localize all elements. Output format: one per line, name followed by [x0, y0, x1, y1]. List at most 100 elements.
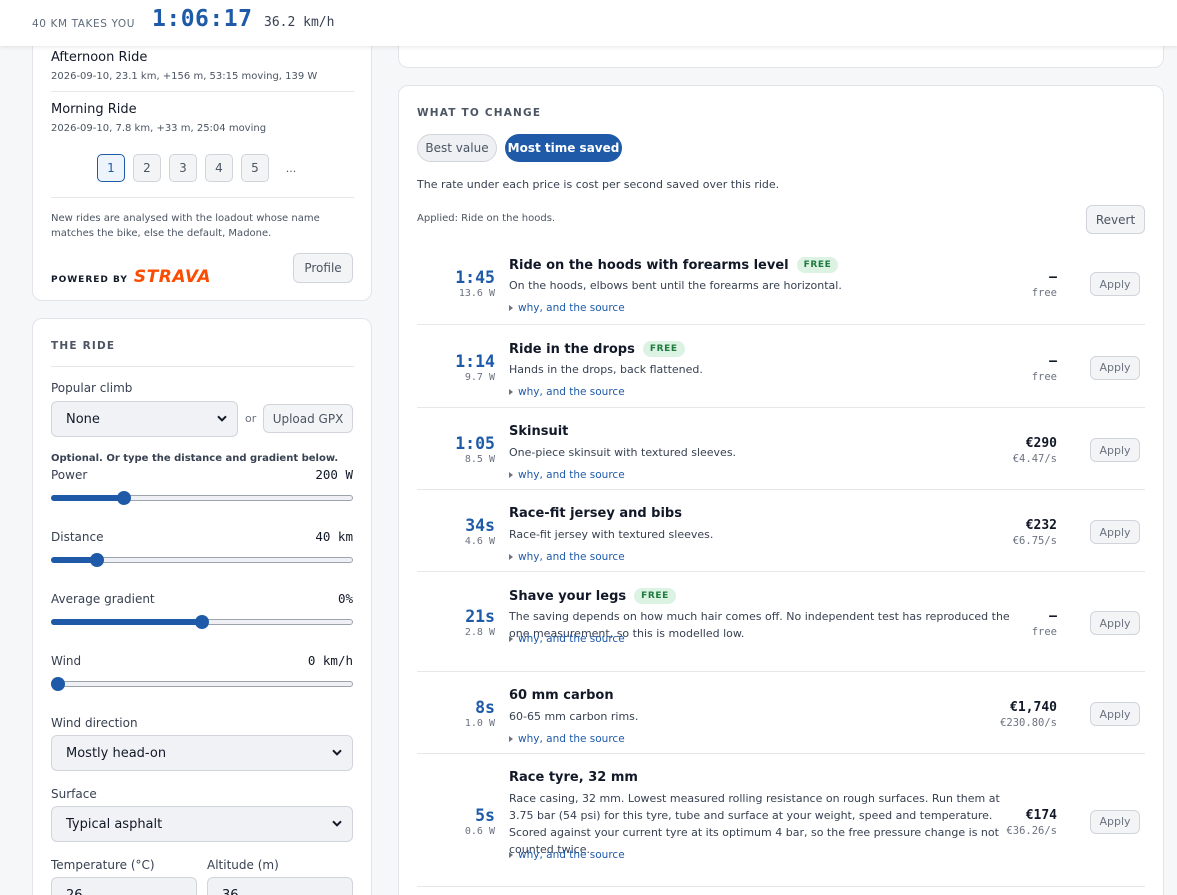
strava-logo: STRAVA — [133, 267, 211, 287]
ride-meta: 2026-09-10, 23.1 km, +156 m, 53:15 movin… — [51, 71, 318, 82]
page-button-3[interactable]: 3 — [169, 154, 197, 182]
cost-rate: €36.26/s — [1006, 824, 1057, 837]
altitude-input[interactable]: 36 — [207, 877, 353, 895]
slider-thumb[interactable] — [51, 677, 65, 691]
change-item: 21s 2.8 W Shave your legs FREE The saving de… — [417, 572, 1145, 672]
popular-climb-label: Popular climb — [51, 381, 133, 395]
altitude-label: Altitude (m) — [207, 858, 279, 872]
apply-button[interactable]: Apply — [1090, 272, 1140, 296]
distance-value: 40 km — [315, 529, 353, 544]
powered-by-strava: POWERED BY STRAVA — [51, 267, 211, 287]
source-link[interactable]: why, and the source — [509, 302, 625, 314]
power-slider[interactable] — [51, 491, 353, 505]
change-description: Hands in the drops, back flattened. — [509, 363, 703, 376]
source-link-text: why, and the source — [518, 469, 625, 481]
change-title-text: 60 mm carbon — [509, 688, 614, 703]
watts-saved: 13.6 W — [458, 288, 495, 299]
distance-label: Distance — [51, 530, 104, 544]
change-title: Race-fit jersey and bibs — [509, 506, 682, 521]
change-title-text: Ride in the drops — [509, 341, 635, 357]
price: €1,740 — [1010, 700, 1057, 715]
source-link[interactable]: why, and the source — [509, 849, 625, 861]
time-saved: 34s — [465, 516, 495, 535]
watts-saved: 1.0 W — [464, 718, 495, 729]
temperature-input[interactable]: 26 — [51, 877, 197, 895]
ride-settings-card: THE RIDE Popular climb None or Upload GP… — [32, 318, 372, 895]
page-button-5[interactable]: 5 — [241, 154, 269, 182]
change-title: 60 mm carbon — [509, 688, 614, 703]
time-saved: 21s — [465, 607, 495, 626]
change-title-text: Race-fit jersey and bibs — [509, 506, 682, 521]
cost-rate: free — [1031, 626, 1057, 638]
watts-saved: 4.6 W — [464, 536, 495, 547]
temperature-label: Temperature (°C) — [51, 858, 155, 872]
ride-name: Morning Ride — [51, 102, 137, 117]
wind-direction-select[interactable]: Mostly head-on — [51, 735, 353, 771]
change-title: Ride in the drops FREE — [509, 341, 685, 357]
profile-button[interactable]: Profile — [293, 253, 353, 283]
surface-value: Typical asphalt — [66, 816, 163, 832]
change-title: Ride on the hoods with forearms level FRE… — [509, 257, 839, 273]
change-title: Race tyre, 32 mm — [509, 770, 638, 785]
source-link[interactable]: why, and the source — [509, 469, 625, 481]
ride-item[interactable]: Morning Ride 2026-09-10, 7.8 km, +33 m, … — [51, 102, 354, 134]
cost-rate: €230.80/s — [1000, 717, 1057, 729]
tab-best-value[interactable]: Best value — [417, 134, 497, 162]
average-speed: 36.2 km/h — [264, 15, 335, 30]
change-item: 34s 4.6 W Race-fit jersey and bibs Race-fit… — [417, 490, 1145, 572]
cost-rate: €4.47/s — [1012, 453, 1057, 465]
time-saved: 1:45 — [455, 268, 495, 287]
recent-rides-card: Afternoon Ride 2026-09-10, 23.1 km, +156… — [32, 30, 372, 301]
summary-label: 40 KM TAKES YOU — [32, 18, 136, 30]
apply-button[interactable]: Apply — [1090, 438, 1140, 462]
page-button-1[interactable]: 1 — [97, 154, 125, 182]
wind-direction-value: Mostly head-on — [66, 745, 167, 761]
page-button-4[interactable]: 4 — [205, 154, 233, 182]
change-description: Race casing, 32 mm. Lowest measured roll… — [509, 792, 1000, 856]
source-link[interactable]: why, and the source — [509, 733, 625, 745]
apply-button[interactable]: Apply — [1090, 355, 1140, 380]
loadout-note: New rides are analysed with the loadout … — [51, 213, 320, 239]
popular-climb-select[interactable]: None — [51, 401, 238, 437]
distance-slider[interactable] — [51, 553, 353, 567]
change-title: Shave your legs FREE — [509, 588, 676, 604]
source-link[interactable]: why, and the source — [509, 551, 625, 563]
source-link[interactable]: why, and the source — [509, 633, 625, 645]
disclosure-triangle-icon — [509, 852, 513, 858]
revert-button[interactable]: Revert — [1086, 205, 1145, 234]
cost-rate: €6.75/s — [1012, 535, 1057, 547]
apply-button[interactable]: Apply — [1090, 702, 1140, 726]
slider-thumb[interactable] — [117, 491, 132, 505]
change-description: On the hoods, elbows bent until the fore… — [509, 279, 842, 292]
surface-select[interactable]: Typical asphalt — [51, 806, 353, 842]
chevron-down-icon — [217, 415, 227, 422]
ride-item[interactable]: Afternoon Ride 2026-09-10, 23.1 km, +156… — [51, 50, 354, 92]
source-link-text: why, and the source — [518, 302, 625, 314]
apply-button[interactable]: Apply — [1090, 809, 1140, 834]
change-title-text: Shave your legs — [509, 588, 627, 604]
cost-rate: free — [1031, 370, 1057, 383]
watts-saved: 0.6 W — [464, 825, 495, 837]
apply-button[interactable]: Apply — [1090, 520, 1140, 544]
price: €174 — [1025, 807, 1057, 823]
power-label: Power — [51, 468, 88, 482]
surface-label: Surface — [51, 787, 97, 801]
source-link[interactable]: why, and the source — [509, 386, 625, 398]
gradient-slider[interactable] — [51, 615, 353, 629]
slider-thumb[interactable] — [89, 553, 104, 567]
ride-name: Afternoon Ride — [51, 50, 148, 65]
change-item: 1:05 8.5 W Skinsuit One-piece skinsuit with… — [417, 408, 1145, 490]
wind-slider[interactable] — [51, 677, 353, 691]
tab-most-time-saved[interactable]: Most time saved — [505, 134, 622, 162]
apply-button[interactable]: Apply — [1090, 611, 1140, 635]
upload-gpx-button[interactable]: Upload GPX — [263, 404, 353, 433]
change-description: 60-65 mm carbon rims. — [509, 710, 639, 723]
page-button-2[interactable]: 2 — [133, 154, 161, 182]
source-link-text: why, and the source — [518, 551, 625, 563]
price: – — [1049, 270, 1057, 285]
page-ellipsis: ... — [285, 161, 297, 175]
disclosure-triangle-icon — [509, 554, 513, 560]
slider-thumb[interactable] — [195, 615, 209, 629]
slider-fill — [51, 619, 202, 625]
chevron-down-icon — [332, 820, 342, 827]
